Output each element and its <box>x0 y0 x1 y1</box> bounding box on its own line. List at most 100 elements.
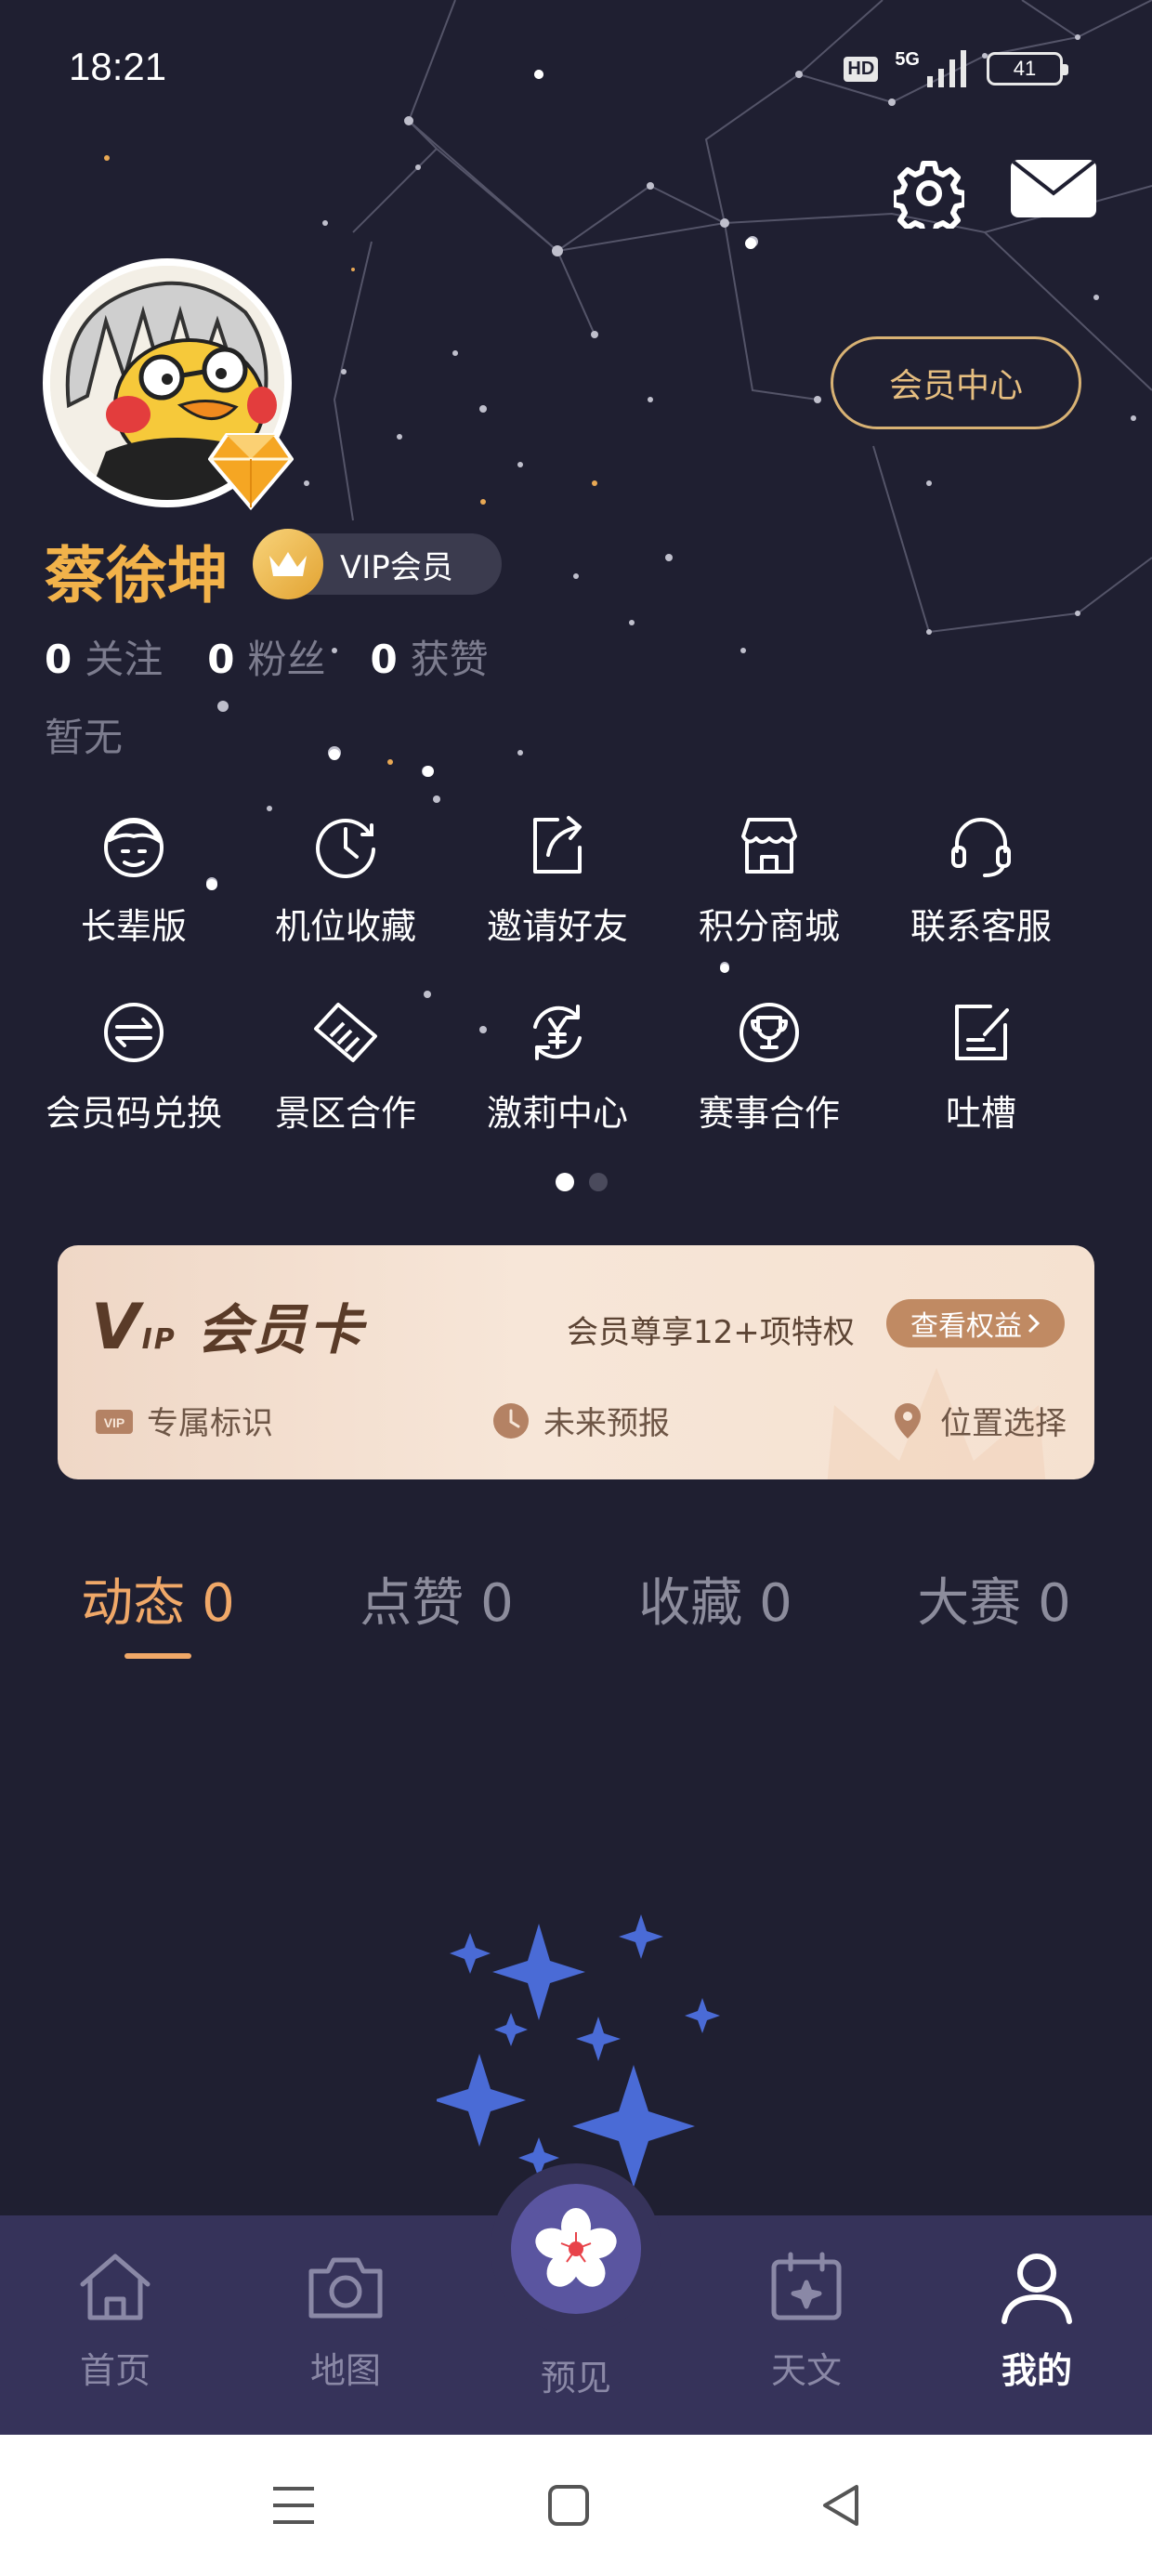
vip-card[interactable]: VIP 会员卡 会员尊享12+项特权 查看权益 VIP 专属标识 未来预报 位置… <box>58 1245 1094 1479</box>
store-icon <box>741 818 797 874</box>
battery-indicator: 41 <box>987 52 1068 85</box>
user-icon <box>1001 2254 1072 2324</box>
action-event-cooperation[interactable]: 赛事合作 <box>663 995 875 1136</box>
tab-label: 点赞 0 <box>360 1573 514 1634</box>
nav-label: 天文 <box>770 2350 842 2391</box>
nav-home[interactable]: 首页 <box>22 2245 208 2393</box>
action-label: 吐槽 <box>945 1093 1016 1134</box>
vip-card-features: VIP 专属标识 未来预报 位置选择 <box>95 1398 1067 1443</box>
gear-icon <box>891 161 967 237</box>
action-label: 会员码兑换 <box>45 1093 222 1134</box>
quick-actions-grid: 长辈版 机位收藏 邀请好友 积分商城 联系客服 会员码兑换 景区合作 激莉中心 … <box>28 808 1124 1136</box>
tab-indicator <box>403 1653 470 1659</box>
nav-foresee-circle <box>511 2184 641 2314</box>
profile-bio: 暂无 <box>45 715 124 760</box>
status-indicators: HD 5G 41 <box>844 48 1068 87</box>
action-label: 联系客服 <box>910 906 1052 947</box>
vip-card-title-ip: IP <box>141 1323 177 1356</box>
tab-contests[interactable]: 大赛 0 <box>855 1561 1133 1659</box>
vip-card-title-v: V <box>91 1291 142 1364</box>
nav-foresee-button[interactable] <box>491 2163 661 2334</box>
grid-pager <box>556 1173 608 1191</box>
settings-button[interactable] <box>891 158 967 237</box>
nav-foresee-label: 预见 <box>540 2358 611 2399</box>
tab-posts[interactable]: 动态 0 <box>19 1561 297 1659</box>
tab-label: 动态 0 <box>81 1573 235 1634</box>
hd-badge: HD <box>844 56 879 82</box>
elder-face-icon <box>104 818 164 877</box>
mail-icon <box>1011 160 1096 196</box>
vip-card-title: VIP 会员卡 <box>91 1286 364 1364</box>
headset-icon <box>951 818 1011 877</box>
flower-icon <box>535 2208 617 2287</box>
profile-screen: 18:21 HD 5G 41 会员中心 蔡徐坤 VIP会员 0 关注 0 粉丝 … <box>0 0 1152 2435</box>
camera-icon <box>308 2257 383 2319</box>
vip-card-title-text: 会员卡 <box>197 1298 365 1361</box>
crown-icon <box>253 529 323 599</box>
vip-tag-icon: VIP <box>96 1409 133 1434</box>
action-customer-service[interactable]: 联系客服 <box>875 808 1087 949</box>
clock-icon <box>316 819 375 878</box>
action-label: 激莉中心 <box>486 1093 628 1134</box>
action-saved-spots[interactable]: 机位收藏 <box>240 808 452 949</box>
view-benefits-button[interactable]: 查看权益 <box>886 1299 1065 1347</box>
action-points-mall[interactable]: 积分商城 <box>663 808 875 949</box>
stat-followers-label: 粉丝 <box>247 637 326 682</box>
action-scenic-cooperation[interactable]: 景区合作 <box>240 995 452 1136</box>
stat-following[interactable]: 0 关注 <box>45 628 163 685</box>
edit-note-icon <box>955 1005 1009 1060</box>
network-type: 5G <box>895 48 920 70</box>
stat-followers-count: 0 <box>207 637 235 682</box>
content-tabs: 动态 0 点赞 0 收藏 0 大赛 0 <box>0 1561 1152 1659</box>
nav-label: 地图 <box>309 2350 381 2391</box>
tab-label: 收藏 0 <box>638 1573 792 1634</box>
signal-icon <box>927 50 966 87</box>
diamond-badge-icon <box>208 433 294 511</box>
username: 蔡徐坤 <box>45 540 229 611</box>
vip-feature-label: 位置选择 <box>940 1405 1067 1442</box>
tab-likes[interactable]: 点赞 0 <box>297 1561 576 1659</box>
action-label: 邀请好友 <box>486 906 628 947</box>
vip-badge[interactable]: VIP会员 <box>253 529 502 599</box>
system-nav-bar <box>0 2435 1152 2576</box>
action-label: 积分商城 <box>698 906 840 947</box>
location-pin-icon <box>895 1402 921 1439</box>
profile-stats: 0 关注 0 粉丝 0 获赞 <box>45 628 489 685</box>
tab-indicator <box>682 1653 749 1659</box>
bottom-nav: 首页 地图 预见 天文 我的 <box>0 2163 1152 2435</box>
stat-followers[interactable]: 0 粉丝 <box>207 628 325 685</box>
tab-active-indicator <box>124 1653 191 1659</box>
tab-favorites[interactable]: 收藏 0 <box>576 1561 855 1659</box>
member-center-button[interactable]: 会员中心 <box>831 336 1081 429</box>
stat-likes-label: 获赞 <box>410 637 489 682</box>
back-triangle-icon[interactable] <box>814 2477 870 2533</box>
action-label: 景区合作 <box>274 1093 416 1134</box>
nav-map[interactable]: 地图 <box>253 2245 439 2393</box>
handshake-icon <box>314 1003 377 1062</box>
pager-dot-active[interactable] <box>556 1173 574 1191</box>
nav-label: 我的 <box>1001 2350 1072 2391</box>
menu-icon[interactable] <box>266 2477 321 2533</box>
action-feedback[interactable]: 吐槽 <box>875 995 1087 1136</box>
action-incentive-center[interactable]: 激莉中心 <box>452 995 663 1136</box>
action-elder-mode[interactable]: 长辈版 <box>28 808 240 949</box>
action-redeem-code[interactable]: 会员码兑换 <box>28 995 240 1136</box>
battery-level: 41 <box>1013 57 1037 80</box>
nav-astronomy[interactable]: 天文 <box>713 2245 899 2393</box>
clock-icon <box>493 1402 529 1439</box>
stat-likes[interactable]: 0 获赞 <box>371 628 489 685</box>
vip-card-promo: 会员尊享12+项特权 <box>567 1314 855 1351</box>
action-label: 长辈版 <box>80 906 187 947</box>
action-invite-friends[interactable]: 邀请好友 <box>452 808 663 949</box>
nav-label: 首页 <box>79 2350 151 2391</box>
chevron-right-icon <box>1028 1313 1041 1334</box>
messages-button[interactable] <box>1011 160 1096 217</box>
pager-dot[interactable] <box>589 1173 608 1191</box>
yuan-cycle-icon <box>533 1005 582 1060</box>
home-square-icon[interactable] <box>541 2477 596 2533</box>
vip-feature-label: 专属标识 <box>147 1405 273 1442</box>
calendar-icon <box>771 2252 842 2320</box>
nav-me[interactable]: 我的 <box>944 2245 1130 2393</box>
action-label: 赛事合作 <box>698 1093 840 1134</box>
stat-following-count: 0 <box>45 637 72 682</box>
